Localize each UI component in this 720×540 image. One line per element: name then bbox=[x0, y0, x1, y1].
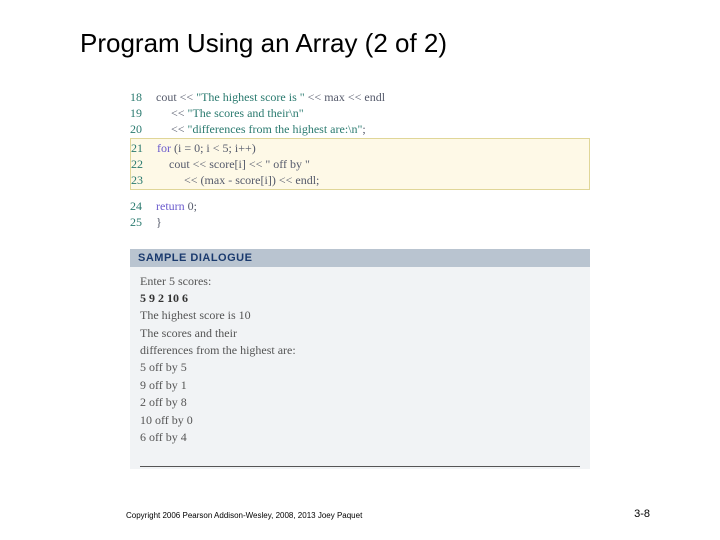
code-text: return 0; bbox=[156, 198, 197, 214]
line-number: 19 bbox=[130, 105, 156, 121]
line-number: 22 bbox=[131, 156, 157, 172]
code-text: cout << score[i] << " off by " bbox=[157, 156, 310, 172]
code-block: 18cout << "The highest score is " << max… bbox=[130, 89, 590, 231]
code-line: 24return 0; bbox=[130, 198, 590, 214]
line-number: 21 bbox=[131, 140, 157, 156]
code-text: << (max - score[i]) << endl; bbox=[157, 172, 319, 188]
dialogue-line: differences from the highest are: bbox=[140, 342, 580, 359]
line-number: 24 bbox=[130, 198, 156, 214]
code-line: 18cout << "The highest score is " << max… bbox=[130, 89, 590, 105]
dialogue-line: 9 off by 1 bbox=[140, 377, 580, 394]
code-text: << "The scores and their\n" bbox=[156, 105, 304, 121]
line-number: 20 bbox=[130, 121, 156, 137]
code-text: cout << "The highest score is " << max <… bbox=[156, 89, 385, 105]
line-number: 25 bbox=[130, 214, 156, 230]
code-line: 23 << (max - score[i]) << endl; bbox=[131, 172, 589, 188]
dialogue-line: Enter 5 scores: bbox=[140, 273, 580, 290]
code-text: for (i = 0; i < 5; i++) bbox=[157, 140, 256, 156]
code-line: 25} bbox=[130, 214, 590, 230]
dialogue-line: The highest score is 10 bbox=[140, 307, 580, 324]
code-line: 21for (i = 0; i < 5; i++) bbox=[131, 140, 589, 156]
code-text: << "differences from the highest are:\n"… bbox=[156, 121, 366, 137]
line-number: 18 bbox=[130, 89, 156, 105]
slide-title: Program Using an Array (2 of 2) bbox=[80, 28, 660, 59]
sample-dialogue: SAMPLE DIALOGUE Enter 5 scores:5 9 2 10 … bbox=[130, 249, 590, 470]
slide-number: 3-8 bbox=[634, 508, 650, 520]
copyright-text: Copyright 2006 Pearson Addison-Wesley, 2… bbox=[126, 511, 362, 520]
line-number: 23 bbox=[131, 172, 157, 188]
dialogue-rule bbox=[140, 466, 580, 467]
dialogue-header: SAMPLE DIALOGUE bbox=[130, 249, 590, 267]
dialogue-line: 5 off by 5 bbox=[140, 359, 580, 376]
dialogue-line: 10 off by 0 bbox=[140, 412, 580, 429]
code-line: 20 << "differences from the highest are:… bbox=[130, 121, 590, 137]
code-line: 19 << "The scores and their\n" bbox=[130, 105, 590, 121]
dialogue-line: 6 off by 4 bbox=[140, 429, 580, 446]
dialogue-line: 5 9 2 10 6 bbox=[140, 290, 580, 307]
dialogue-line: The scores and their bbox=[140, 325, 580, 342]
highlighted-code: 21for (i = 0; i < 5; i++)22 cout << scor… bbox=[130, 138, 590, 191]
code-text: } bbox=[156, 214, 162, 230]
code-line: 22 cout << score[i] << " off by " bbox=[131, 156, 589, 172]
dialogue-line: 2 off by 8 bbox=[140, 394, 580, 411]
